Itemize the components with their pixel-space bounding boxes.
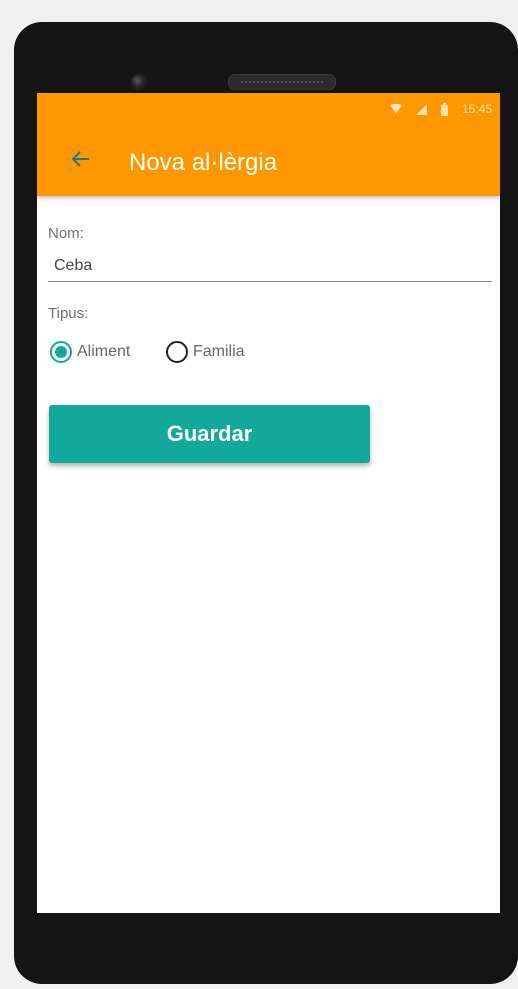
radio-checked-icon bbox=[50, 341, 72, 363]
radio-aliment-label: Aliment bbox=[77, 343, 131, 360]
type-label: Tipus: bbox=[48, 305, 89, 322]
page-title: Nova al·lèrgia bbox=[129, 149, 278, 176]
save-button[interactable]: Guardar bbox=[49, 405, 370, 463]
wifi-icon bbox=[389, 103, 402, 115]
radio-aliment[interactable]: Aliment bbox=[50, 341, 130, 363]
app-screen: 15:45 Nova al·lèrgia Nom: Tipus: Aliment… bbox=[37, 93, 500, 913]
radio-unchecked-icon bbox=[166, 341, 188, 363]
radio-familia[interactable]: Familia bbox=[166, 341, 245, 363]
signal-icon bbox=[415, 103, 427, 115]
arrow-left-icon bbox=[71, 150, 90, 172]
radio-familia-label: Familia bbox=[193, 343, 245, 360]
app-bar: 15:45 Nova al·lèrgia bbox=[37, 93, 500, 196]
name-label: Nom: bbox=[48, 225, 84, 242]
status-bar: 15:45 bbox=[389, 101, 492, 117]
battery-icon bbox=[440, 102, 448, 116]
name-input[interactable] bbox=[48, 251, 492, 282]
back-button[interactable] bbox=[65, 145, 97, 177]
front-camera bbox=[131, 74, 147, 90]
earpiece-speaker bbox=[228, 74, 336, 90]
status-time: 15:45 bbox=[461, 102, 492, 116]
